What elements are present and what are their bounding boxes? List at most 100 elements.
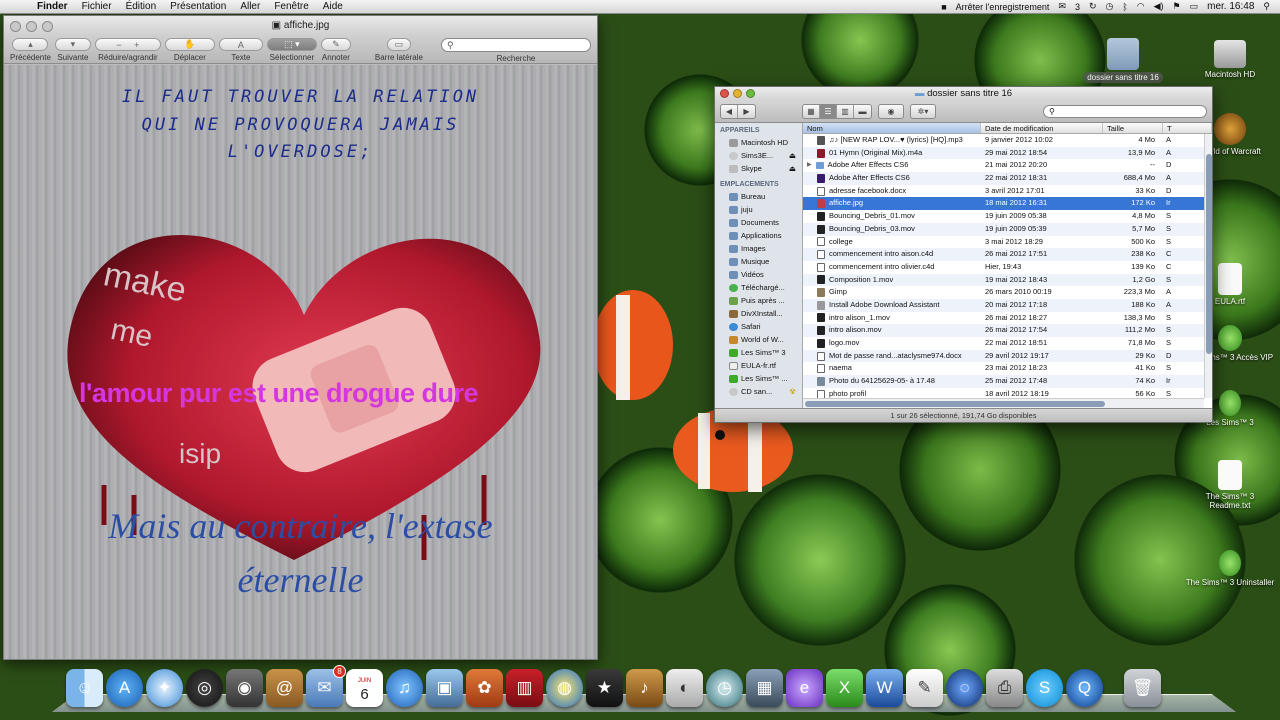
skype-dock-icon[interactable]: S: [1026, 669, 1063, 707]
sidebar-item-eula[interactable]: EULA-fr.rtf: [715, 359, 802, 372]
notification-icon[interactable]: ✉: [1058, 1, 1066, 12]
preview-search-input[interactable]: ⚲: [441, 38, 591, 52]
sidebar-item-documents[interactable]: Documents: [715, 216, 802, 229]
sidebar-item-macintosh-hd[interactable]: Macintosh HD: [715, 136, 802, 149]
facetime-dock-icon[interactable]: ◉: [226, 669, 263, 707]
desktop-readme[interactable]: The Sims™ 3 Readme.txt: [1185, 460, 1275, 510]
menu-clock[interactable]: mer. 16:48: [1207, 1, 1254, 12]
menu-fichier[interactable]: Fichier: [75, 1, 119, 12]
printer-dock-icon[interactable]: ⎙: [986, 669, 1023, 707]
table-row[interactable]: logo.mov 22 mai 2012 18:51 71,8 Mo S: [803, 337, 1212, 350]
sidebar-toggle[interactable]: ▭ Barre latérale: [375, 38, 423, 62]
menu-edition[interactable]: Édition: [119, 1, 164, 12]
action-button[interactable]: ✲▾: [910, 104, 936, 119]
menu-app-name[interactable]: Finder: [30, 1, 75, 12]
table-row[interactable]: Gimp 26 mars 2010 00:19 223,3 Mo A: [803, 286, 1212, 299]
select-tool[interactable]: ⬚ ▾ Sélectionner: [266, 38, 317, 62]
volume-icon[interactable]: ◀): [1154, 1, 1164, 12]
preview-dock-icon[interactable]: ▣: [426, 669, 463, 707]
table-row[interactable]: ▶ Adobe After Effects CS6 21 mai 2012 20:2…: [803, 159, 1212, 172]
dashboard-dock-icon[interactable]: ◎: [186, 669, 223, 707]
finder-dock-icon[interactable]: ☺: [66, 669, 103, 707]
sync-icon[interactable]: ↻: [1089, 1, 1097, 12]
dvd-app-dock-icon[interactable]: ◐: [666, 669, 703, 707]
photo-booth-dock-icon[interactable]: ▥: [506, 669, 543, 707]
minimize-button[interactable]: [26, 21, 37, 32]
sidebar-item-divx[interactable]: DivXInstall...: [715, 307, 802, 320]
table-row[interactable]: ♫♪ [NEW RAP LOV...♥ (lyrics) [HQ].mp3 9 j…: [803, 134, 1212, 147]
text-tool[interactable]: A Texte: [218, 38, 263, 62]
word-dock-icon[interactable]: W: [866, 669, 903, 707]
column-date[interactable]: Date de modification: [981, 123, 1103, 133]
sidebar-item-sims-other[interactable]: Les Sims™ ...: [715, 372, 802, 385]
flag-icon[interactable]: ⚑: [1173, 1, 1181, 12]
table-row[interactable]: 01 Hymn (Original Mix).m4a 29 mai 2012 18…: [803, 146, 1212, 160]
time-machine-dock-icon[interactable]: ◷: [706, 669, 743, 707]
excel-dock-icon[interactable]: X: [826, 669, 863, 707]
messenger-dock-icon[interactable]: e: [786, 669, 823, 707]
sidebar-item-puis-apres[interactable]: Puis après ...: [715, 294, 802, 307]
desktop-uninstall[interactable]: The Sims™ 3 Uninstaller: [1185, 550, 1275, 587]
sidebar-item-musique[interactable]: Musique: [715, 255, 802, 268]
sidebar-item-wow[interactable]: World of W...: [715, 333, 802, 346]
dvd-player-dock-icon[interactable]: ◍: [546, 669, 583, 707]
imovie-dock-icon[interactable]: ★: [586, 669, 623, 707]
horizontal-scrollbar[interactable]: [803, 398, 1204, 408]
preview-titlebar[interactable]: ▣ affiche.jpg: [4, 16, 597, 36]
iphoto-dock-icon[interactable]: ✿: [466, 669, 503, 707]
annotate-tool[interactable]: ✎ Annoter: [320, 38, 351, 62]
spotlight-icon[interactable]: ⚲: [1263, 1, 1270, 12]
close-button[interactable]: [720, 89, 729, 98]
close-button[interactable]: [10, 21, 21, 32]
safari-dock-icon[interactable]: ✦: [146, 669, 183, 707]
eject-icon[interactable]: ⏏: [789, 164, 796, 173]
table-row[interactable]: Adobe After Effects CS6 22 mai 2012 18:31…: [803, 172, 1212, 185]
table-row[interactable]: Bouncing_Debris_03.mov 19 juin 2009 05:39…: [803, 222, 1212, 236]
battery-icon[interactable]: ▭: [1190, 1, 1199, 12]
forward-icon[interactable]: ▶: [738, 105, 755, 118]
quicklook-button[interactable]: ◉: [878, 104, 904, 119]
finder-search-input[interactable]: ⚲: [1043, 105, 1207, 118]
system-preferences-dock-icon[interactable]: ▦: [746, 669, 783, 707]
address-book-dock-icon[interactable]: @: [266, 669, 303, 707]
sidebar-item-skype[interactable]: Skype ⏏: [715, 162, 802, 175]
stop-recording-label[interactable]: Arrêter l'enregistrement: [956, 2, 1050, 12]
table-row[interactable]: intro alison_1.mov 26 mai 2012 18:27 138,3…: [803, 312, 1212, 325]
back-icon[interactable]: ◀: [721, 105, 738, 118]
table-row-selected[interactable]: affiche.jpg 18 mai 2012 16:31 172 Ko Ir: [803, 197, 1212, 211]
column-kind[interactable]: T: [1163, 123, 1212, 133]
sidebar-item-juju[interactable]: juju: [715, 203, 802, 216]
disclosure-triangle-icon[interactable]: ▶: [807, 159, 812, 172]
scroll-thumb[interactable]: [1206, 154, 1212, 354]
zoom-button[interactable]: [746, 89, 755, 98]
sidebar-item-applications[interactable]: Applications: [715, 229, 802, 242]
coverflow-view-icon[interactable]: ▬: [854, 105, 871, 118]
zoom-button[interactable]: [42, 21, 53, 32]
list-view-icon[interactable]: ☰: [820, 105, 837, 118]
minimize-button[interactable]: [733, 89, 742, 98]
table-row[interactable]: commencement intro aison.c4d 26 mai 2012 …: [803, 248, 1212, 261]
column-view-icon[interactable]: ▥: [837, 105, 854, 118]
icon-view-icon[interactable]: ▦: [803, 105, 820, 118]
time-machine-icon[interactable]: ◷: [1106, 1, 1114, 12]
itunes-dock-icon[interactable]: ♫: [386, 669, 423, 707]
table-row[interactable]: adresse facebook.docx 3 avril 2012 17:01 3…: [803, 185, 1212, 198]
vertical-scrollbar[interactable]: [1204, 134, 1212, 398]
sidebar-item-telechargements[interactable]: Téléchargé...: [715, 281, 802, 294]
table-row[interactable]: naema 23 mai 2012 18:23 41 Ko S: [803, 362, 1212, 375]
desktop-folder[interactable]: dossier sans titre 16: [1078, 38, 1168, 83]
menu-fenetre[interactable]: Fenêtre: [267, 1, 315, 12]
sidebar-item-images[interactable]: Images: [715, 242, 802, 255]
calendar-dock-icon[interactable]: JUIN 6: [346, 669, 383, 707]
sidebar-item-videos[interactable]: Vidéos: [715, 268, 802, 281]
desktop-hd[interactable]: Macintosh HD: [1185, 40, 1275, 79]
column-size[interactable]: Taille: [1103, 123, 1163, 133]
move-tool[interactable]: ✋ Déplacer: [164, 38, 215, 62]
scroll-thumb[interactable]: [805, 401, 1105, 407]
table-row[interactable]: intro alison.mov 26 mai 2012 17:54 111,2 M…: [803, 324, 1212, 337]
app-store-dock-icon[interactable]: A: [106, 669, 143, 707]
sidebar-item-cd[interactable]: CD san... ☢: [715, 385, 802, 398]
mail-dock-icon[interactable]: ✉ 8: [306, 665, 346, 707]
trash-dock-icon[interactable]: 🗑: [1124, 669, 1161, 707]
bluetooth-icon[interactable]: ᛒ: [1122, 2, 1127, 12]
